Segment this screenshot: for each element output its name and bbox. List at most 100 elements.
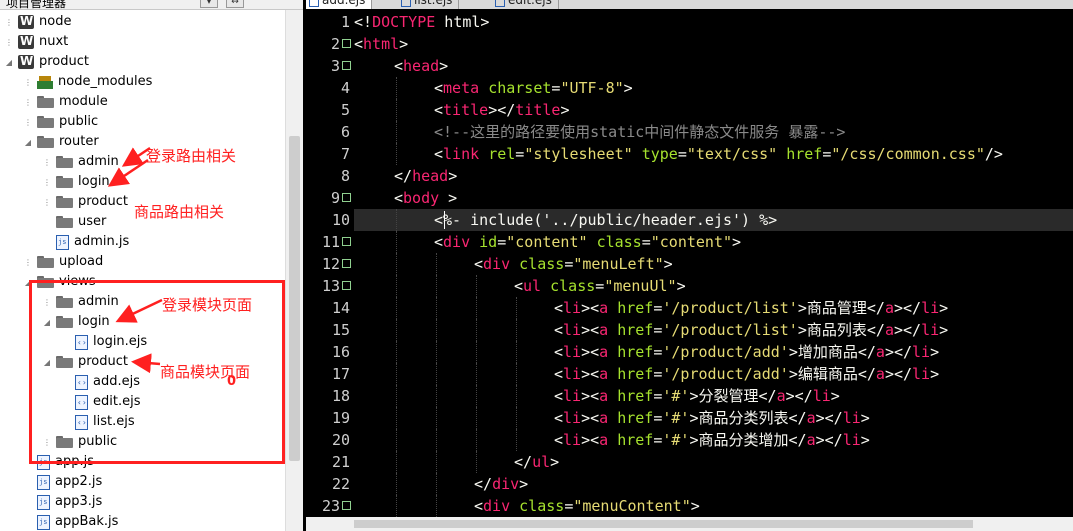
code-token: li: [563, 343, 582, 361]
code-line[interactable]: <%- include('../public/header.ejs') %>: [354, 209, 777, 231]
editor-tab-label: edit.ejs: [508, 0, 552, 7]
code-line[interactable]: <li><a href='/product/list'>商品列表</a></li…: [354, 319, 948, 341]
code-token: '/product/add': [662, 365, 789, 383]
code-line[interactable]: <meta charset="UTF-8">: [354, 77, 633, 99]
code-token: <: [554, 387, 564, 405]
code-line[interactable]: <link rel="stylesheet" type="text/css" h…: [354, 143, 1003, 165]
line-number: 9: [330, 189, 340, 207]
code-token: div: [483, 255, 511, 273]
code-token: <: [474, 497, 484, 515]
code-token: meta: [443, 79, 480, 97]
code-token: ><: [581, 321, 600, 339]
line-number: 4: [340, 79, 350, 97]
code-token: '#': [662, 431, 690, 449]
code-token: a: [776, 387, 786, 405]
code-line[interactable]: <body >: [354, 187, 457, 209]
code-editor[interactable]: add.ejs list.ejs edit.ejs 1 <!DOCTYPE html>…: [306, 0, 1073, 531]
line-number: 17: [331, 365, 350, 383]
code-token: '/product/add': [662, 343, 789, 361]
code-token: =: [564, 497, 574, 515]
annotation-router-product: 商品路由相关: [134, 203, 225, 221]
code-token: >: [676, 277, 686, 295]
code-token: li: [812, 387, 831, 405]
fold-toggle-icon[interactable]: [342, 61, 351, 70]
code-line[interactable]: </div>: [354, 473, 528, 495]
code-token: "content": [506, 233, 588, 251]
editor-horizontal-scrollbar[interactable]: [306, 517, 1073, 531]
code-token: >: [930, 343, 940, 361]
code-token: ></: [893, 299, 922, 317]
code-line[interactable]: <!DOCTYPE html>: [354, 11, 489, 33]
code-line[interactable]: </ul>: [354, 451, 559, 473]
code-token: class: [596, 233, 642, 251]
ejs-file-icon: [495, 0, 505, 7]
code-token: li: [563, 387, 582, 405]
fold-toggle-icon[interactable]: [342, 237, 351, 246]
code-token: ></: [815, 431, 843, 449]
code-token: id: [479, 233, 498, 251]
line-number: 20: [331, 431, 350, 449]
code-token: html: [363, 35, 400, 53]
code-token: "menuUl": [604, 277, 677, 295]
code-token: a: [875, 365, 885, 383]
editor-tab-bar: add.ejs list.ejs edit.ejs: [306, 0, 1073, 9]
code-token: div: [492, 475, 520, 493]
editor-tab[interactable]: add.ejs: [306, 0, 373, 9]
code-token: >: [860, 409, 870, 427]
editor-tab[interactable]: list.ejs: [398, 0, 460, 9]
code-token: >: [663, 255, 673, 273]
code-line[interactable]: <li><a href='#'>商品分类列表</a></li>: [354, 407, 870, 429]
fold-toggle-icon[interactable]: [342, 281, 351, 290]
code-line[interactable]: </head>: [354, 165, 457, 187]
ejs-file-icon: [401, 0, 411, 7]
editor-scrollbar-thumb[interactable]: [354, 520, 973, 528]
code-line[interactable]: <li><a href='/product/list'>商品管理</a></li…: [354, 297, 948, 319]
line-number: 18: [331, 387, 350, 405]
code-line[interactable]: <!--这里的路径要使用static中间件静态文件服务 暴露-->: [354, 121, 845, 143]
code-token: <: [554, 299, 564, 317]
code-line[interactable]: <div class="menuLeft">: [354, 253, 673, 275]
fold-toggle-icon[interactable]: [342, 193, 351, 202]
fold-toggle-icon[interactable]: [342, 39, 351, 48]
code-token: '/product/list': [662, 299, 798, 317]
code-token: >: [939, 299, 949, 317]
code-token: title: [443, 101, 489, 119]
code-token: />: [984, 145, 1003, 163]
code-token: a: [599, 431, 609, 449]
line-number: 13: [321, 277, 340, 295]
code-line[interactable]: <title></title>: [354, 99, 569, 121]
line-number: 11: [321, 233, 340, 251]
code-line[interactable]: <li><a href='/product/add'>增加商品</a></li>: [354, 341, 939, 363]
code-line[interactable]: <li><a href='#'>分裂管理</a></li>: [354, 385, 840, 407]
code-line[interactable]: <li><a href='#'>商品分类增加</a></li>: [354, 429, 870, 451]
code-token: ><: [581, 365, 600, 383]
code-token: <: [554, 343, 564, 361]
code-token: class: [550, 277, 596, 295]
line-number: 2: [330, 35, 340, 53]
code-line[interactable]: <ul class="menuUl">: [354, 275, 686, 297]
code-token: href: [786, 145, 823, 163]
annotation-arrows: [107, 146, 163, 374]
code-token: li: [912, 343, 931, 361]
code-token: div: [483, 497, 511, 515]
fold-toggle-icon[interactable]: [342, 501, 351, 510]
code-line[interactable]: <div class="menuContent">: [354, 495, 700, 517]
code-line[interactable]: <li><a href='/product/add'>编辑商品</a></li>: [354, 363, 939, 385]
editor-tab[interactable]: edit.ejs: [492, 0, 559, 9]
code-token: >商品分类列表</: [689, 409, 807, 427]
code-token: >: [448, 167, 458, 185]
code-line[interactable]: <head>: [354, 55, 448, 77]
code-line[interactable]: <html>: [354, 33, 408, 55]
code-line[interactable]: <div id="content" class="content">: [354, 231, 741, 253]
code-token: li: [842, 431, 861, 449]
code-token: "stylesheet": [524, 145, 633, 163]
code-token: a: [599, 409, 609, 427]
fold-toggle-icon[interactable]: [342, 259, 351, 268]
code-token: <%- include('../public/header.ejs') %>: [434, 211, 778, 229]
